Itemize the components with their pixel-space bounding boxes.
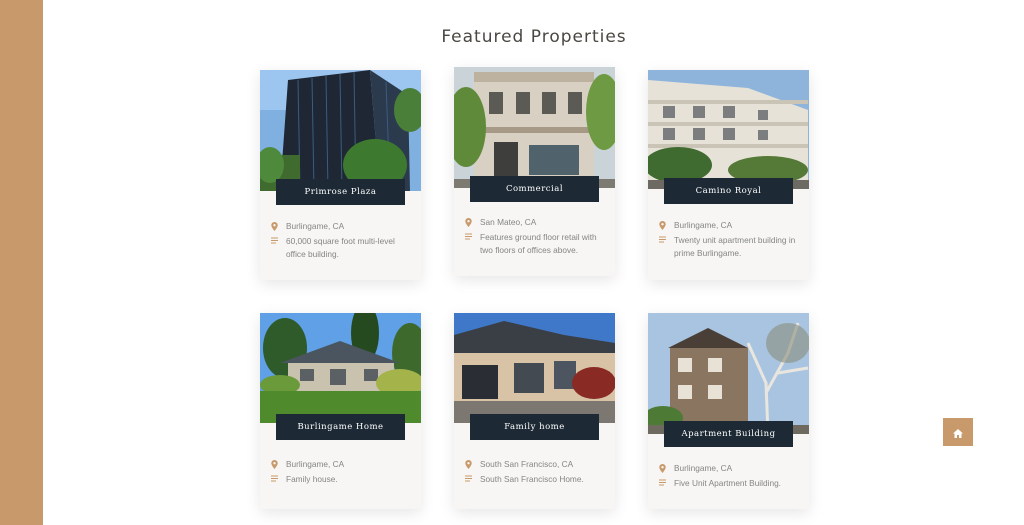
property-card-burlingame-home[interactable]: Burlingame Home Burlingame, CA Family ho… — [260, 313, 421, 509]
property-card-primrose-plaza[interactable]: Primrose Plaza Burlingame, CA 60,000 squ… — [260, 70, 421, 280]
property-description: South San Francisco Home. — [480, 474, 584, 484]
property-description: Family house. — [286, 474, 338, 484]
property-location: San Mateo, CA — [480, 217, 537, 227]
text-lines-icon — [659, 477, 674, 486]
text-lines-icon — [465, 473, 480, 482]
property-title: Commercial — [470, 176, 599, 202]
map-pin-icon — [659, 219, 674, 230]
text-lines-icon — [465, 231, 480, 240]
home-icon — [953, 423, 963, 442]
property-photo — [648, 313, 809, 434]
map-pin-icon — [271, 220, 286, 231]
property-title: Apartment Building — [664, 421, 793, 447]
property-card-camino-royal[interactable]: Camino Royal Burlingame, CA Twenty unit … — [648, 70, 809, 280]
map-pin-icon — [465, 216, 480, 227]
property-title: Family home — [470, 414, 599, 440]
property-photo — [260, 313, 421, 423]
property-description: 60,000 square foot multi-level office bu… — [286, 236, 395, 259]
map-pin-icon — [659, 462, 674, 473]
property-card-family-home[interactable]: Family home South San Francisco, CA Sout… — [454, 313, 615, 509]
property-info: Burlingame, CA 60,000 square foot multi-… — [271, 220, 411, 261]
property-card-apartment-building[interactable]: Apartment Building Burlingame, CA Five U… — [648, 313, 809, 509]
property-description: Twenty unit apartment building in prime … — [674, 235, 796, 258]
property-location: Burlingame, CA — [674, 463, 733, 473]
property-title: Camino Royal — [664, 178, 793, 204]
property-location: South San Francisco, CA — [480, 459, 574, 469]
property-photo — [260, 70, 421, 191]
property-info: Burlingame, CA Five Unit Apartment Build… — [659, 462, 799, 490]
property-info: Burlingame, CA Family house. — [271, 458, 411, 486]
text-lines-icon — [271, 235, 286, 244]
property-location: Burlingame, CA — [674, 220, 733, 230]
property-info: San Mateo, CA Features ground floor reta… — [465, 216, 605, 257]
property-title: Primrose Plaza — [276, 179, 405, 205]
property-info: Burlingame, CA Twenty unit apartment bui… — [659, 219, 799, 260]
property-location: Burlingame, CA — [286, 221, 345, 231]
property-photo — [454, 313, 615, 423]
property-info: South San Francisco, CA South San Franci… — [465, 458, 605, 486]
property-photo — [454, 67, 615, 188]
side-accent-bar — [0, 0, 43, 525]
property-photo — [648, 70, 809, 189]
map-pin-icon — [271, 458, 286, 469]
text-lines-icon — [659, 234, 674, 243]
property-description: Five Unit Apartment Building. — [674, 478, 781, 488]
property-title: Burlingame Home — [276, 414, 405, 440]
section-title: Featured Properties — [441, 27, 627, 48]
text-lines-icon — [271, 473, 286, 482]
property-location: Burlingame, CA — [286, 459, 345, 469]
scroll-top-button[interactable] — [943, 418, 973, 446]
property-card-commercial[interactable]: Commercial San Mateo, CA Features ground… — [454, 67, 615, 276]
property-description: Features ground floor retail with two fl… — [480, 232, 597, 255]
map-pin-icon — [465, 458, 480, 469]
